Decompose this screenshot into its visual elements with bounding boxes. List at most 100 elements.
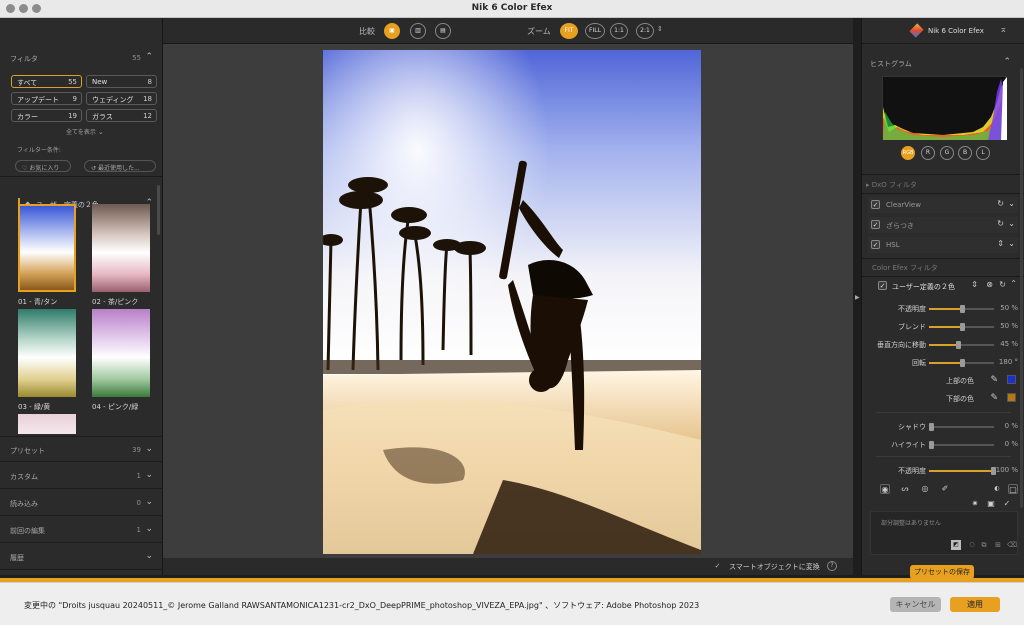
preview-image[interactable] (323, 50, 701, 554)
compare-side-by-side-icon[interactable]: ▥ (410, 23, 426, 39)
dot-icon[interactable]: ○ (967, 540, 977, 550)
save-preset-button[interactable]: プリセットの保存 (910, 565, 974, 579)
chevron-down-icon[interactable]: ⌄ (1008, 239, 1015, 248)
collapse-header-icon[interactable]: ⌅ (999, 25, 1007, 35)
blend-slider[interactable] (929, 323, 994, 331)
compare-stacked-icon[interactable]: ▤ (435, 23, 451, 39)
filters-section-header[interactable]: フィルタ 55 ⌃ (0, 45, 163, 71)
favorites-filter-chip[interactable]: ♡ お気に入り (15, 160, 71, 172)
filter-category-new[interactable]: New 8 (86, 75, 157, 88)
sun-icon[interactable]: ✷ (970, 499, 980, 509)
help-icon[interactable]: ? (827, 561, 837, 571)
slider-knob[interactable] (929, 441, 934, 449)
eyedropper-icon[interactable]: ✎ (990, 393, 998, 403)
compare-split-icon[interactable]: ▣ (384, 23, 400, 39)
show-all-link[interactable]: 全てを表示 ⌄ (66, 127, 104, 136)
filter-category-all[interactable]: すべて 55 (11, 75, 82, 88)
slider-knob[interactable] (956, 341, 962, 349)
filter-category-wedding[interactable]: ウェディング 18 (86, 92, 157, 105)
favorites-label: お気に入り (29, 165, 60, 172)
channel-l-button[interactable]: L (976, 146, 990, 160)
dxo-filter-row[interactable]: ✓ ざらつき ↻ ⌄ (868, 217, 1018, 233)
last-edit-section-header[interactable]: 前回の編集 1 ⌄ (0, 517, 163, 543)
highlight-slider[interactable] (929, 441, 994, 449)
group-icon[interactable]: ⊞ (993, 540, 1003, 550)
chevron-down-icon[interactable]: ⌄ (1008, 219, 1015, 228)
square-icon[interactable]: ▣ (986, 499, 996, 509)
reorder-icon[interactable]: ⇕ (971, 280, 978, 289)
filter-category-color[interactable]: カラー 19 (11, 109, 82, 122)
zoom-1to1-button[interactable]: 1:1 (610, 23, 628, 39)
remove-filter-icon[interactable]: ⊗ (986, 280, 993, 289)
slider-knob[interactable] (929, 423, 934, 431)
scrollbar-thumb[interactable] (157, 185, 160, 235)
history-section-header[interactable]: 履歴 ⌄ (0, 544, 163, 570)
mask-toggle-icon[interactable]: ◐ (992, 484, 1002, 494)
filter-thumbnail[interactable]: 01 - 青/タン (18, 204, 76, 306)
rotation-slider[interactable] (929, 359, 994, 367)
cancel-button[interactable]: キャンセル (890, 597, 941, 612)
slider-label: 不透明度 (898, 467, 926, 475)
filter-enable-checkbox[interactable]: ✓ (871, 240, 880, 249)
shadow-slider[interactable] (929, 423, 994, 431)
channel-r-button[interactable]: R (921, 146, 935, 160)
reorder-icon[interactable]: ⇕ (997, 239, 1004, 248)
zoom-fill-button[interactable]: FILL (585, 23, 605, 39)
edit-mask-icon[interactable]: ◩ (951, 540, 961, 550)
channel-g-button[interactable]: G (940, 146, 954, 160)
reset-icon[interactable]: ↻ (997, 219, 1004, 228)
opacity-slider[interactable] (929, 305, 994, 313)
section-count: 39 (132, 446, 141, 454)
active-filter-header[interactable]: ✓ ユーザー定義の２色 ⇕ ⊗ ↻ ⌃ (868, 279, 1018, 293)
dxo-filter-row[interactable]: ✓ HSL ⇕ ⌄ (868, 237, 1018, 253)
dxo-filters-header[interactable]: ▸ DxO フィルタ (866, 180, 917, 190)
chevron-up-icon[interactable]: ⌃ (1003, 57, 1011, 67)
active-filter-checkbox[interactable]: ✓ (878, 281, 887, 290)
channel-b-button[interactable]: B (958, 146, 972, 160)
import-section-header[interactable]: 読み込み 0 ⌄ (0, 490, 163, 516)
filter-enable-checkbox[interactable]: ✓ (871, 200, 880, 209)
top-color-swatch[interactable] (1007, 375, 1016, 384)
chevron-down-icon[interactable]: ⌄ (1008, 199, 1015, 208)
brush-icon[interactable]: ✐ (940, 484, 950, 494)
slider-knob[interactable] (959, 323, 965, 331)
filter-thumbnail[interactable]: 03 - 緑/黄 (18, 309, 76, 411)
dxo-filter-row[interactable]: ✓ ClearView ↻ ⌄ (868, 197, 1018, 213)
smart-object-checkbox[interactable]: ✓ (713, 562, 722, 571)
duplicate-icon[interactable]: ⧉ (979, 540, 989, 550)
slider-fill (929, 326, 962, 328)
zoom-stepper-icon[interactable]: ⇕ (657, 25, 663, 33)
chevron-up-icon[interactable]: ⌃ (1010, 279, 1017, 288)
slider-knob[interactable] (959, 359, 965, 367)
lasso-icon[interactable]: ᔕ (900, 484, 910, 494)
filter-category-update[interactable]: アップデート 9 (11, 92, 82, 105)
global-opacity-slider[interactable] (929, 467, 996, 475)
check-icon[interactable]: ✓ (1002, 499, 1012, 509)
filter-enable-checkbox[interactable]: ✓ (871, 220, 880, 229)
collapse-right-panel-icon[interactable]: ▶ (855, 294, 860, 301)
zoom-fit-button[interactable]: FIT (560, 23, 578, 39)
slider-knob[interactable] (959, 305, 965, 313)
reset-icon[interactable]: ↻ (997, 199, 1004, 208)
radial-icon[interactable]: ◎ (920, 484, 930, 494)
custom-section-header[interactable]: カスタム 1 ⌄ (0, 463, 163, 489)
bottom-color-swatch[interactable] (1007, 393, 1016, 402)
presets-section-header[interactable]: プリセット 39 ⌄ (0, 436, 163, 462)
filter-thumbnail[interactable]: 04 - ピンク/緑 (92, 309, 150, 411)
filter-thumbnail[interactable] (18, 414, 76, 434)
chevron-down-icon: ⌄ (97, 128, 104, 136)
eyedropper-icon[interactable]: ✎ (990, 375, 998, 385)
trash-icon[interactable]: ⌫ (1007, 540, 1017, 550)
apply-button[interactable]: 適用 (950, 597, 1000, 612)
reset-icon[interactable]: ↻ (999, 280, 1006, 289)
zoom-2to1-button[interactable]: 2:1 (636, 23, 654, 39)
overlay-icon[interactable]: ▢ (1008, 484, 1018, 494)
channel-rgb-button[interactable]: RGB (901, 146, 915, 160)
chevron-right-icon: ▸ (866, 181, 870, 189)
vertical-shift-slider[interactable] (929, 341, 994, 349)
filter-category-glass[interactable]: ガラス 12 (86, 109, 157, 122)
recent-filter-chip[interactable]: ↺ 最近使用した... (84, 160, 156, 172)
filter-thumbnail[interactable]: 02 - 茶/ピンク (92, 204, 150, 306)
right-scrollbar[interactable] (1020, 68, 1023, 508)
control-point-icon[interactable]: ◉ (880, 484, 890, 494)
